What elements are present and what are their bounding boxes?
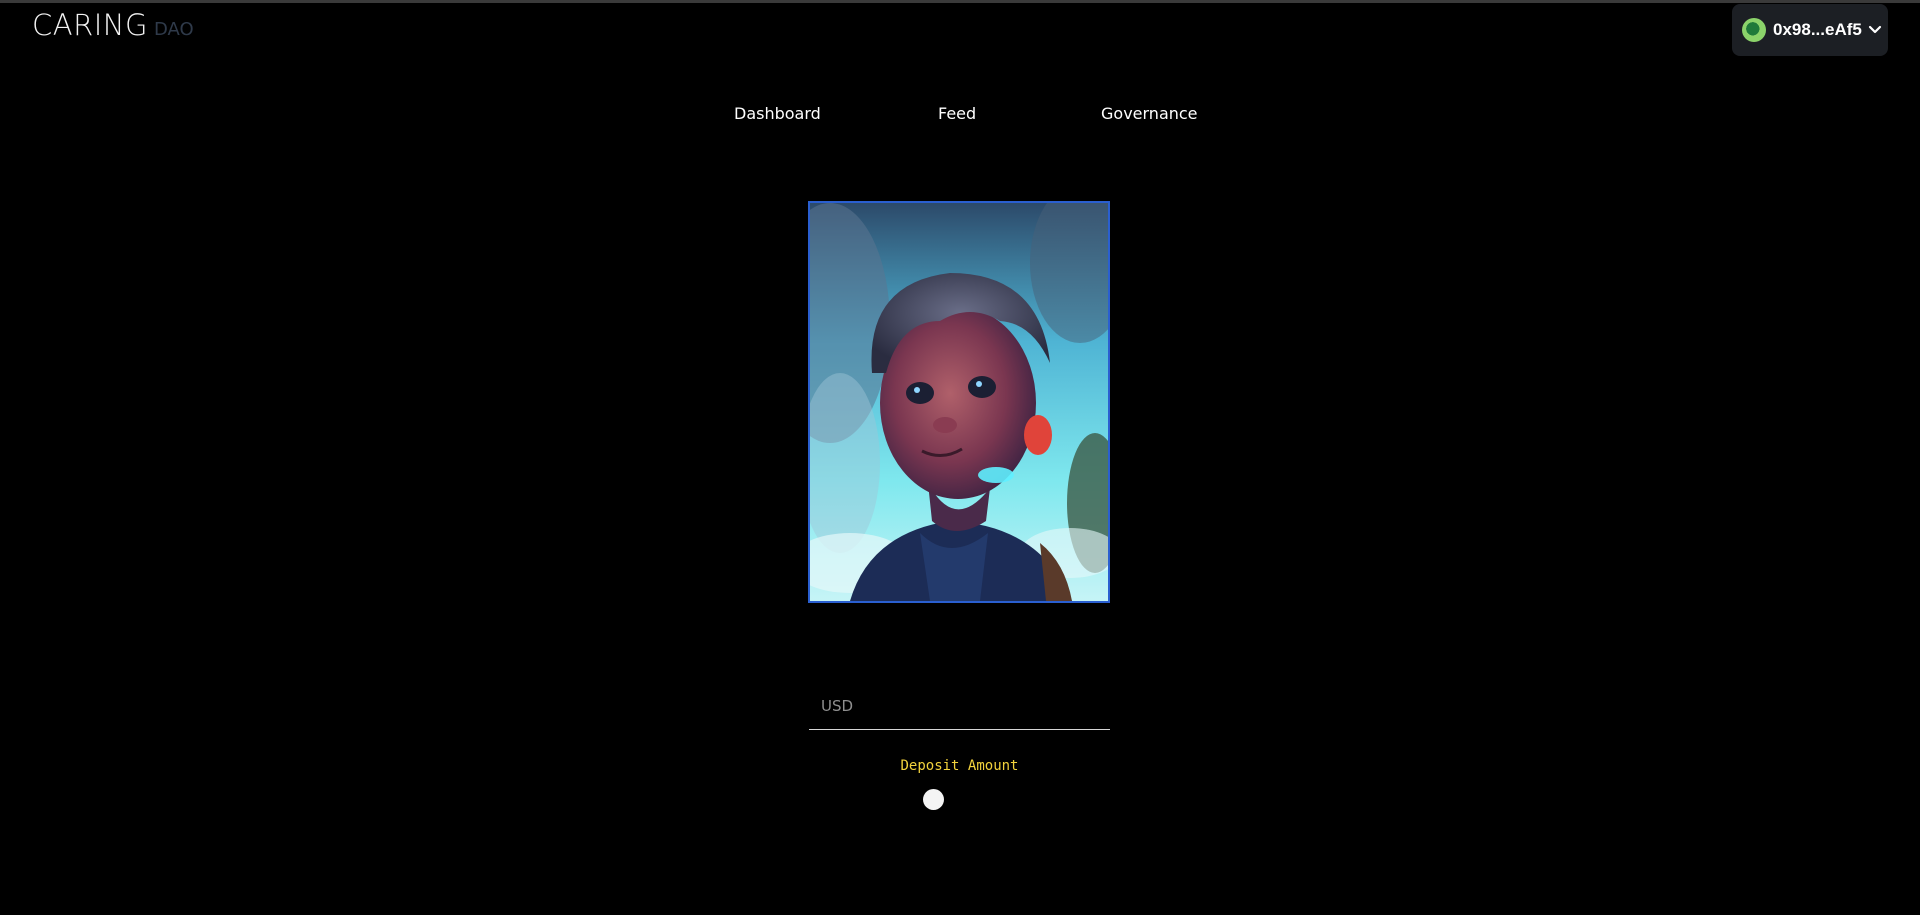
usd-amount-input[interactable] (809, 684, 1110, 728)
nav-item-dashboard[interactable]: Dashboard (734, 104, 821, 123)
top-border (0, 0, 1920, 3)
nav-item-feed[interactable]: Feed (938, 104, 976, 123)
wallet-avatar-icon (1742, 18, 1766, 42)
child-portrait-image (808, 201, 1110, 603)
logo-main-text: CARING (32, 8, 148, 42)
wallet-button[interactable]: 0x98...eAf5 (1732, 4, 1888, 56)
wallet-address: 0x98...eAf5 (1773, 20, 1862, 39)
deposit-amount-label: Deposit Amount (900, 758, 1019, 774)
logo-sub-text: DAO (153, 19, 194, 40)
deposit-slider-knob[interactable] (923, 789, 944, 810)
usd-amount-field[interactable] (809, 684, 1110, 730)
main-nav: Dashboard Feed Governance (0, 104, 1920, 128)
logo[interactable]: CARING DAO (32, 8, 194, 48)
chevron-down-icon (1868, 23, 1882, 37)
nav-item-governance[interactable]: Governance (1101, 104, 1198, 123)
